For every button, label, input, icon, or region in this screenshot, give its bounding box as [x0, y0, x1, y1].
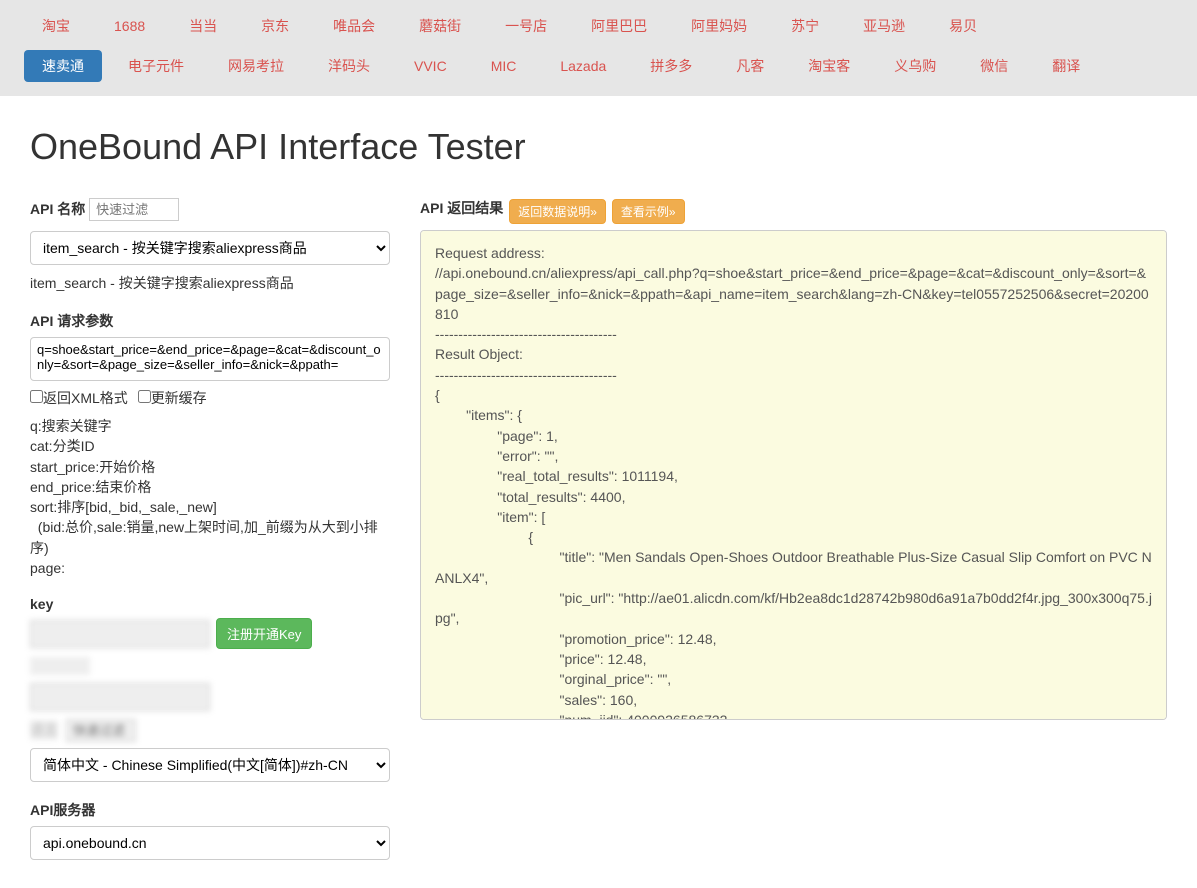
lang-filter-input[interactable]: [66, 719, 136, 742]
nav-item[interactable]: 电子元件: [110, 50, 202, 82]
secret-input[interactable]: [30, 683, 210, 711]
nav-item[interactable]: VVIC: [396, 52, 465, 80]
nav-item[interactable]: 淘宝: [24, 10, 88, 42]
nav-item[interactable]: Lazada: [542, 52, 624, 80]
nav-item[interactable]: 一号店: [487, 10, 565, 42]
nav-item[interactable]: 网易考拉: [210, 50, 302, 82]
example-button[interactable]: 查看示例»: [612, 199, 685, 224]
nav-item[interactable]: 微信: [962, 50, 1026, 82]
right-panel: API 返回结果 返回数据说明» 查看示例» Request address: …: [420, 198, 1167, 878]
param-hints: q:搜索关键字 cat:分类ID start_price:开始价格 end_pr…: [30, 416, 390, 578]
nav-item[interactable]: 苏宁: [773, 10, 837, 42]
lang-select[interactable]: 简体中文 - Chinese Simplified(中文[简体])#zh-CN: [30, 748, 390, 782]
nav-item[interactable]: 洋码头: [310, 50, 388, 82]
top-nav: 淘宝 1688 当当京东唯品会蘑菇街一号店阿里巴巴阿里妈妈苏宁亚马逊易贝 速卖通电子…: [0, 0, 1197, 96]
nav-item[interactable]: MIC: [473, 52, 535, 80]
result-box[interactable]: Request address: //api.onebound.cn/aliex…: [420, 230, 1167, 720]
nav-item[interactable]: 当当: [171, 10, 235, 42]
nav-item[interactable]: 凡客: [718, 50, 782, 82]
nav-item[interactable]: 亚马逊: [845, 10, 923, 42]
xml-checkbox-label[interactable]: 返回XML格式: [30, 390, 128, 406]
api-name-label: API 名称: [30, 199, 85, 219]
params-textarea[interactable]: [30, 337, 390, 381]
register-key-button[interactable]: 注册开通Key: [216, 618, 312, 649]
cache-checkbox-label[interactable]: 更新缓存: [138, 390, 207, 406]
nav-item[interactable]: 淘宝客: [790, 50, 868, 82]
nav-item[interactable]: 速卖通: [24, 50, 102, 82]
left-panel: API 名称 item_search - 按关键字搜索aliexpress商品 …: [30, 198, 390, 878]
nav-item[interactable]: 阿里妈妈: [673, 10, 765, 42]
api-select[interactable]: item_search - 按关键字搜索aliexpress商品: [30, 231, 390, 265]
schema-button[interactable]: 返回数据说明»: [509, 199, 606, 224]
key-label: key: [30, 596, 53, 612]
server-label: API服务器: [30, 800, 95, 820]
api-name-text: item_search - 按关键字搜索aliexpress商品: [30, 273, 390, 293]
nav-item[interactable]: 易贝: [931, 10, 995, 42]
params-label: API 请求参数: [30, 311, 113, 331]
lang-label: 语言: [30, 720, 58, 740]
nav-item[interactable]: 义乌购: [876, 50, 954, 82]
nav-item[interactable]: 拼多多: [632, 50, 710, 82]
xml-checkbox[interactable]: [30, 390, 43, 403]
nav-item[interactable]: 翻译: [1034, 50, 1098, 82]
api-filter-input[interactable]: [89, 198, 179, 221]
nav-item[interactable]: 唯品会: [315, 10, 393, 42]
server-select[interactable]: api.onebound.cn: [30, 826, 390, 860]
nav-item[interactable]: 蘑菇街: [401, 10, 479, 42]
result-label: API 返回结果: [420, 198, 503, 218]
key-input[interactable]: [30, 620, 210, 648]
nav-item[interactable]: 阿里巴巴: [573, 10, 665, 42]
page-title: OneBound API Interface Tester: [30, 126, 1167, 168]
nav-item[interactable]: 1688: [96, 12, 163, 40]
nav-item[interactable]: 京东: [243, 10, 307, 42]
cache-checkbox[interactable]: [138, 390, 151, 403]
